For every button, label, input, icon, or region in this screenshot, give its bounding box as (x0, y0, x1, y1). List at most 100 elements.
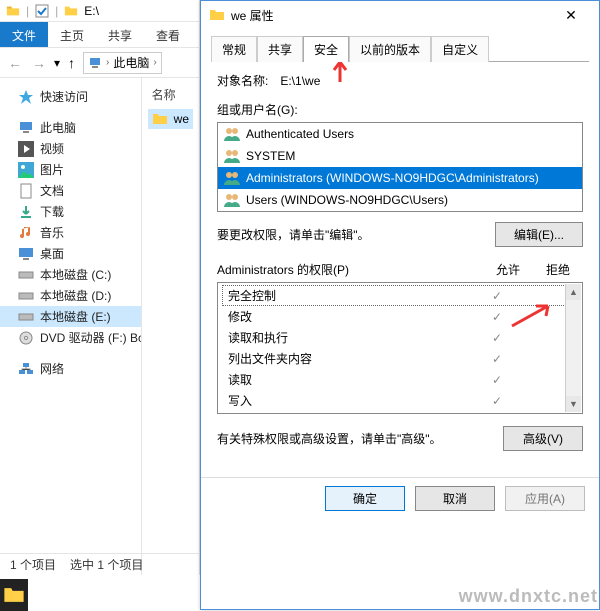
taskbar-fragment (0, 579, 28, 611)
tab-previous[interactable]: 以前的版本 (349, 36, 431, 62)
star-icon (18, 89, 34, 105)
nav-back-icon[interactable]: ← (6, 55, 24, 71)
drive-icon (18, 288, 34, 304)
group-item[interactable]: Authenticated Users (218, 123, 582, 145)
scrollbar[interactable]: ▲ ▼ (565, 284, 581, 412)
apply-button[interactable]: 应用(A) (505, 486, 585, 511)
tabstrip: 常规 共享 安全 以前的版本 自定义 (201, 29, 599, 61)
watermark: www.dnxtc.net (459, 586, 598, 607)
check-icon: ✓ (472, 352, 522, 366)
separator: | (26, 4, 29, 18)
desktop-icon (18, 246, 34, 262)
content-pane[interactable]: 名称 we (142, 78, 199, 575)
group-item[interactable]: SYSTEM (218, 145, 582, 167)
tree-drive-e[interactable]: 本地磁盘 (E:) (0, 306, 141, 327)
status-selected: 选中 1 个项目 (70, 556, 143, 573)
nav-tree[interactable]: 快速访问 此电脑 视频 图片 文档 下载 音乐 桌面 本地磁盘 (C:) 本地磁… (0, 78, 142, 575)
folder-icon (64, 4, 78, 18)
check-icon: ✓ (472, 331, 522, 345)
ribbon-tab-home[interactable]: 主页 (48, 22, 96, 47)
tab-share[interactable]: 共享 (257, 36, 303, 62)
column-header-name[interactable]: 名称 (148, 84, 193, 109)
ok-button[interactable]: 确定 (325, 486, 405, 511)
pc-icon (88, 56, 102, 70)
status-count: 1 个项目 (10, 556, 56, 573)
titlebar[interactable]: we 属性 ✕ (201, 1, 599, 29)
ribbon-file-tab[interactable]: 文件 (0, 22, 48, 47)
tree-dvd[interactable]: DVD 驱动器 (F:) Bo (0, 327, 141, 348)
tree-downloads[interactable]: 下载 (0, 201, 141, 222)
cancel-button[interactable]: 取消 (415, 486, 495, 511)
check-icon: ✓ (472, 289, 522, 303)
perm-row[interactable]: 列出文件夹内容✓ (218, 348, 582, 369)
perm-row[interactable]: 修改✓ (218, 306, 582, 327)
folder-icon (152, 111, 168, 127)
object-name-value: E:\1\we (280, 74, 320, 88)
pc-icon (18, 120, 34, 136)
documents-icon (18, 183, 34, 199)
disc-icon (18, 330, 34, 346)
file-row-selected[interactable]: we (148, 109, 193, 129)
edit-button[interactable]: 编辑(E)... (495, 222, 583, 247)
groups-listbox[interactable]: Authenticated Users SYSTEM Administrator… (217, 122, 583, 212)
users-icon (224, 148, 240, 164)
tree-documents[interactable]: 文档 (0, 180, 141, 201)
tree-this-pc[interactable]: 此电脑 (0, 117, 141, 138)
drive-icon (18, 309, 34, 325)
properties-dialog: we 属性 ✕ 常规 共享 安全 以前的版本 自定义 对象名称: E:\1\we… (200, 0, 600, 610)
navbar: ← → ▾ ↑ › 此电脑 › (0, 48, 199, 78)
videos-icon (18, 141, 34, 157)
tree-videos[interactable]: 视频 (0, 138, 141, 159)
users-icon (224, 126, 240, 142)
close-button[interactable]: ✕ (551, 3, 591, 28)
explorer-window: | | E:\ 文件 主页 共享 查看 ← → ▾ ↑ › 此电脑 › 快速访问 (0, 0, 200, 575)
tree-pictures[interactable]: 图片 (0, 159, 141, 180)
perm-row[interactable]: 写入✓ (218, 390, 582, 411)
drive-icon (18, 267, 34, 283)
security-panel: 对象名称: E:\1\we 组或用户名(G): Authenticated Us… (201, 62, 599, 461)
groups-label: 组或用户名(G): (217, 101, 583, 118)
breadcrumb-text: 此电脑 (113, 54, 149, 71)
permissions-list[interactable]: 完全控制✓ 修改✓ 读取和执行✓ 列出文件夹内容✓ 读取✓ 写入✓ ▲ ▼ (217, 282, 583, 414)
check-icon: ✓ (472, 310, 522, 324)
group-item-selected[interactable]: Administrators (WINDOWS-NO9HDGC\Administ… (218, 167, 582, 189)
tree-music[interactable]: 音乐 (0, 222, 141, 243)
ribbon-tab-share[interactable]: 共享 (96, 22, 144, 47)
group-item[interactable]: Users (WINDOWS-NO9HDGC\Users) (218, 189, 582, 211)
nav-up-icon[interactable]: ↑ (66, 55, 77, 71)
scroll-down-icon[interactable]: ▼ (566, 396, 581, 412)
pictures-icon (18, 162, 34, 178)
dialog-title: we 属性 (231, 7, 551, 24)
scroll-up-icon[interactable]: ▲ (566, 284, 581, 300)
tab-security[interactable]: 安全 (303, 36, 349, 62)
deny-header: 拒绝 (533, 261, 583, 278)
network-icon (18, 361, 34, 377)
dialog-buttons: 确定 取消 应用(A) (201, 477, 599, 519)
perm-row[interactable]: 读取和执行✓ (218, 327, 582, 348)
edit-hint: 要更改权限，请单击"编辑"。 (217, 226, 370, 243)
tree-drive-c[interactable]: 本地磁盘 (C:) (0, 264, 141, 285)
object-name-label: 对象名称: (217, 72, 268, 89)
users-icon (224, 192, 240, 208)
advanced-hint: 有关特殊权限或高级设置，请单击"高级"。 (217, 430, 495, 447)
tab-customize[interactable]: 自定义 (431, 36, 489, 62)
tree-quick-access[interactable]: 快速访问 (0, 86, 141, 107)
nav-forward-icon[interactable]: → (30, 55, 48, 71)
advanced-button[interactable]: 高级(V) (503, 426, 583, 451)
tab-general[interactable]: 常规 (211, 36, 257, 62)
folder-icon (209, 7, 225, 23)
tree-drive-d[interactable]: 本地磁盘 (D:) (0, 285, 141, 306)
downloads-icon (18, 204, 34, 220)
breadcrumb[interactable]: › 此电脑 › (83, 52, 162, 74)
quick-access-toolbar: | | E:\ (0, 0, 199, 22)
tree-network[interactable]: 网络 (0, 358, 141, 379)
checkbox-icon (35, 4, 49, 18)
check-icon: ✓ (472, 394, 522, 408)
perm-row[interactable]: 读取✓ (218, 369, 582, 390)
folder-icon[interactable] (3, 584, 25, 606)
perm-row[interactable]: 完全控制✓ (222, 285, 578, 306)
ribbon-tab-view[interactable]: 查看 (144, 22, 192, 47)
tree-desktop[interactable]: 桌面 (0, 243, 141, 264)
chevron-down-icon[interactable]: ▾ (54, 56, 60, 70)
folder-icon (6, 4, 20, 18)
